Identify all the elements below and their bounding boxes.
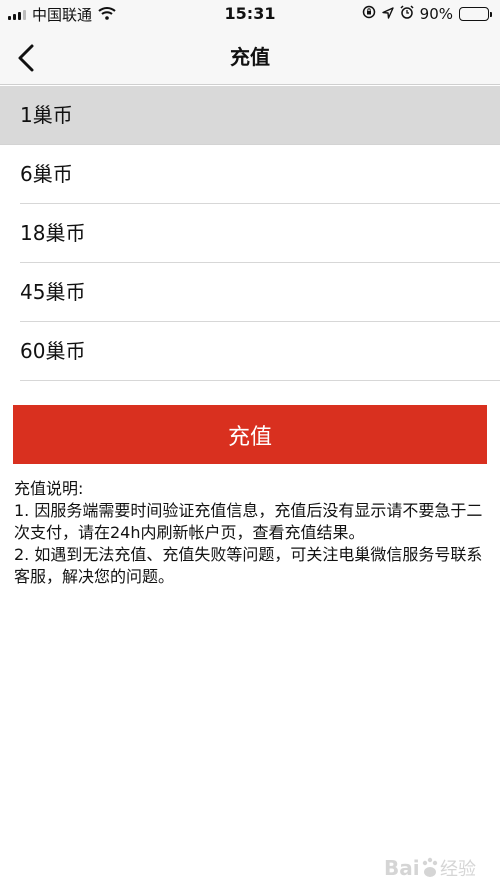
option-item[interactable]: 60巢币 bbox=[0, 322, 500, 381]
instructions-item-1: 1. 因服务端需要时间验证充值信息，充值后没有显示请不要急于二次支付，请在24h… bbox=[14, 501, 483, 542]
location-icon bbox=[381, 5, 394, 23]
option-label: 18巢币 bbox=[20, 221, 86, 245]
baidu-watermark: Bai 经验 bbox=[382, 851, 492, 885]
instructions-item-2: 2. 如遇到无法充值、充值失败等问题，可关注电巢微信服务号联系客服，解决您的问题… bbox=[14, 545, 483, 586]
option-item[interactable]: 1巢币 bbox=[0, 86, 500, 145]
rotation-lock-icon bbox=[362, 5, 376, 23]
status-right: 90% bbox=[362, 4, 492, 24]
option-item[interactable]: 6巢币 bbox=[0, 145, 500, 204]
battery-icon bbox=[459, 7, 492, 21]
option-label: 45巢币 bbox=[20, 280, 86, 304]
recharge-button[interactable]: 充值 bbox=[13, 405, 487, 464]
option-item[interactable]: 18巢币 bbox=[0, 204, 500, 263]
recharge-instructions: 充值说明: 1. 因服务端需要时间验证充值信息，充值后没有显示请不要急于二次支付… bbox=[14, 478, 490, 588]
recharge-options-list: 1巢币 6巢币 18巢币 45巢币 60巢币 bbox=[0, 86, 500, 381]
alarm-icon bbox=[400, 5, 414, 23]
page-title: 充值 bbox=[230, 45, 270, 69]
option-label: 6巢币 bbox=[20, 162, 73, 186]
battery-percent: 90% bbox=[419, 5, 453, 23]
instructions-heading: 充值说明: bbox=[14, 479, 84, 498]
status-bar: 中国联通 15:31 90% bbox=[0, 0, 500, 30]
nav-bar: 充值 bbox=[0, 30, 500, 85]
option-label: 1巢币 bbox=[20, 103, 73, 127]
svg-text:Bai: Bai bbox=[384, 856, 420, 880]
svg-text:经验: 经验 bbox=[440, 859, 476, 880]
option-label: 60巢币 bbox=[20, 339, 86, 363]
option-item[interactable]: 45巢币 bbox=[0, 263, 500, 322]
